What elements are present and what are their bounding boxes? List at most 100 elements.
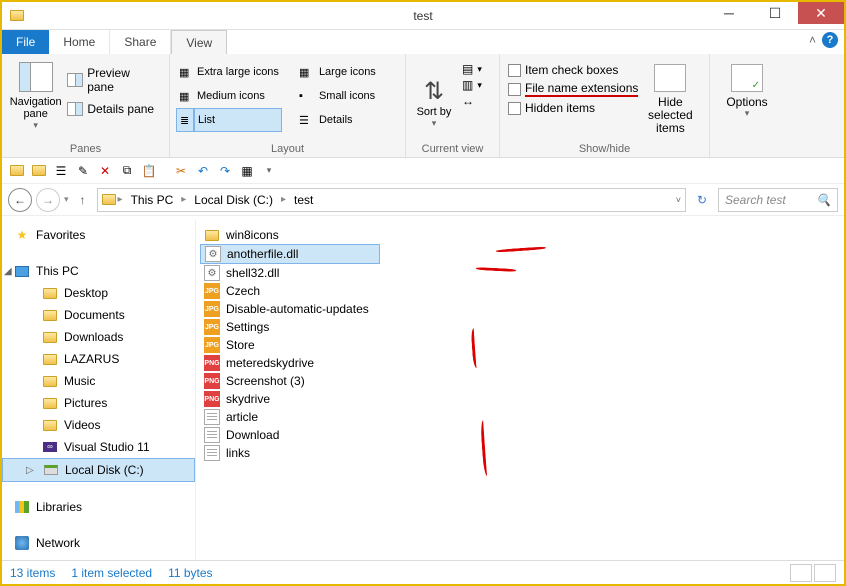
- back-button[interactable]: ←: [8, 188, 32, 212]
- medium-icons[interactable]: Medium icons: [194, 84, 282, 108]
- file-row[interactable]: links: [200, 444, 380, 462]
- tree-this-pc[interactable]: ◢This PC: [2, 260, 195, 282]
- file-name: anotherfile.dll: [227, 247, 298, 261]
- file-name: skydrive: [226, 392, 270, 406]
- undo-icon[interactable]: ↶: [194, 162, 212, 180]
- breadcrumb-dropdown[interactable]: ˅: [676, 195, 681, 205]
- crumb-folder[interactable]: test: [288, 193, 319, 207]
- minimize-button[interactable]: ─: [706, 2, 752, 24]
- close-button[interactable]: ✕: [798, 2, 844, 24]
- hide-selected-button[interactable]: Hide selected items: [638, 58, 702, 141]
- dropdown-icon[interactable]: ▾: [260, 162, 278, 180]
- panes-group-label: Panes: [8, 141, 163, 155]
- current-view-group-label: Current view: [412, 141, 493, 155]
- file-row[interactable]: JPGCzech: [200, 282, 380, 300]
- file-row[interactable]: PNGmeteredskydrive: [200, 354, 380, 372]
- tree-item[interactable]: ▷Local Disk (C:): [2, 458, 195, 482]
- tree-item[interactable]: LAZARUS: [2, 348, 195, 370]
- quick-access-toolbar: ☰ ✎ ✕ ⧉ 📋 ✂ ↶ ↷ ▦ ▾: [2, 158, 844, 184]
- up-button[interactable]: ↑: [73, 193, 93, 207]
- extra-large-icons[interactable]: Extra large icons: [194, 60, 282, 84]
- tree-item[interactable]: ∞Visual Studio 11: [2, 436, 195, 458]
- file-name: shell32.dll: [226, 266, 279, 280]
- tree-item[interactable]: Documents: [2, 304, 195, 326]
- delete-icon[interactable]: ✕: [96, 162, 114, 180]
- file-row[interactable]: win8icons: [200, 226, 380, 244]
- hidden-items-toggle[interactable]: Hidden items: [508, 100, 638, 116]
- file-row[interactable]: JPGDisable-automatic-updates: [200, 300, 380, 318]
- tree-item[interactable]: Desktop: [2, 282, 195, 304]
- tree-favorites[interactable]: ★Favorites: [2, 224, 195, 246]
- paste-icon[interactable]: 📋: [140, 162, 158, 180]
- breadcrumb[interactable]: ▸ This PC▸ Local Disk (C:)▸ test ˅: [97, 188, 686, 212]
- new-folder-icon[interactable]: [8, 162, 26, 180]
- file-row[interactable]: PNGScreenshot (3): [200, 372, 380, 390]
- refresh-button[interactable]: ↻: [690, 193, 714, 207]
- small-icons-icon[interactable]: ▪: [296, 84, 316, 108]
- large-icons-icon[interactable]: ▦: [296, 60, 316, 84]
- search-box[interactable]: Search test 🔍: [718, 188, 838, 212]
- list-view[interactable]: List: [194, 108, 282, 132]
- share-tab[interactable]: Share: [110, 30, 171, 54]
- add-columns-button[interactable]: ▥▾: [462, 78, 482, 92]
- file-row[interactable]: JPGStore: [200, 336, 380, 354]
- list-view-icon[interactable]: ≣: [176, 108, 194, 132]
- home-tab[interactable]: Home: [49, 30, 110, 54]
- rename-icon[interactable]: ✎: [74, 162, 92, 180]
- large-icons[interactable]: Large icons: [316, 60, 379, 84]
- file-row[interactable]: PNGskydrive: [200, 390, 380, 408]
- ribbon: Navigation pane ▾ Preview pane Details p…: [2, 54, 844, 158]
- details-pane-button[interactable]: Details pane: [65, 98, 161, 120]
- minimize-ribbon-icon[interactable]: ˄: [809, 33, 816, 47]
- tree-libraries[interactable]: Libraries: [2, 496, 195, 518]
- sort-by-button[interactable]: ⇅ Sort by ▾: [412, 58, 456, 141]
- file-row[interactable]: anotherfile.dll: [200, 244, 380, 264]
- show-hide-group-label: Show/hide: [506, 141, 703, 155]
- details-view-icon[interactable]: ☰: [296, 108, 316, 132]
- preview-pane-button[interactable]: Preview pane: [65, 62, 161, 98]
- crumb-drive[interactable]: Local Disk (C:): [188, 193, 279, 207]
- navigation-pane-button[interactable]: Navigation pane ▾: [8, 58, 63, 141]
- properties-icon[interactable]: ☰: [52, 162, 70, 180]
- forward-button[interactable]: →: [36, 188, 60, 212]
- group-by-button[interactable]: ▤▾: [462, 62, 482, 76]
- help-icon[interactable]: ?: [822, 32, 838, 48]
- options-button[interactable]: Options ▾: [716, 58, 778, 153]
- file-name: Store: [226, 338, 255, 352]
- search-placeholder: Search test: [725, 193, 786, 207]
- status-bar: 13 items 1 item selected 11 bytes: [2, 560, 844, 584]
- file-list[interactable]: win8icons anotherfile.dll shell32.dll JPGCz…: [196, 220, 844, 560]
- small-icons[interactable]: Small icons: [316, 84, 379, 108]
- file-row[interactable]: shell32.dll: [200, 264, 380, 282]
- file-row[interactable]: JPGSettings: [200, 318, 380, 336]
- navigation-tree[interactable]: ★Favorites ◢This PC DesktopDocumentsDown…: [2, 220, 196, 560]
- file-tab[interactable]: File: [2, 30, 49, 54]
- tree-item[interactable]: Downloads: [2, 326, 195, 348]
- copy-icon[interactable]: ⧉: [118, 162, 136, 180]
- view-tab[interactable]: View: [171, 30, 227, 54]
- details-view[interactable]: Details: [316, 108, 379, 132]
- view-details-button[interactable]: [790, 564, 812, 582]
- tree-item[interactable]: Pictures: [2, 392, 195, 414]
- address-bar: ← → ▾ ↑ ▸ This PC▸ Local Disk (C:)▸ test…: [2, 184, 844, 216]
- tree-item[interactable]: Music: [2, 370, 195, 392]
- file-name: Czech: [226, 284, 260, 298]
- item-checkboxes-toggle[interactable]: Item check boxes: [508, 62, 638, 78]
- titlebar: test ─ ☐ ✕: [2, 2, 844, 30]
- maximize-button[interactable]: ☐: [752, 2, 798, 24]
- file-name-extensions-toggle[interactable]: File name extensions: [508, 80, 638, 98]
- redo-icon[interactable]: ↷: [216, 162, 234, 180]
- view-icons-button[interactable]: [814, 564, 836, 582]
- recent-dropdown[interactable]: ▾: [64, 194, 69, 205]
- extra-large-icons-icon[interactable]: ▦: [176, 60, 194, 84]
- size-columns-button[interactable]: ↔: [462, 94, 482, 108]
- file-row[interactable]: article: [200, 408, 380, 426]
- cut-icon[interactable]: ✂: [172, 162, 190, 180]
- file-row[interactable]: Download: [200, 426, 380, 444]
- medium-icons-icon[interactable]: ▦: [176, 84, 194, 108]
- select-all-icon[interactable]: ▦: [238, 162, 256, 180]
- tree-item[interactable]: Videos: [2, 414, 195, 436]
- tree-network[interactable]: Network: [2, 532, 195, 554]
- open-icon[interactable]: [30, 162, 48, 180]
- crumb-this-pc[interactable]: This PC: [125, 193, 180, 207]
